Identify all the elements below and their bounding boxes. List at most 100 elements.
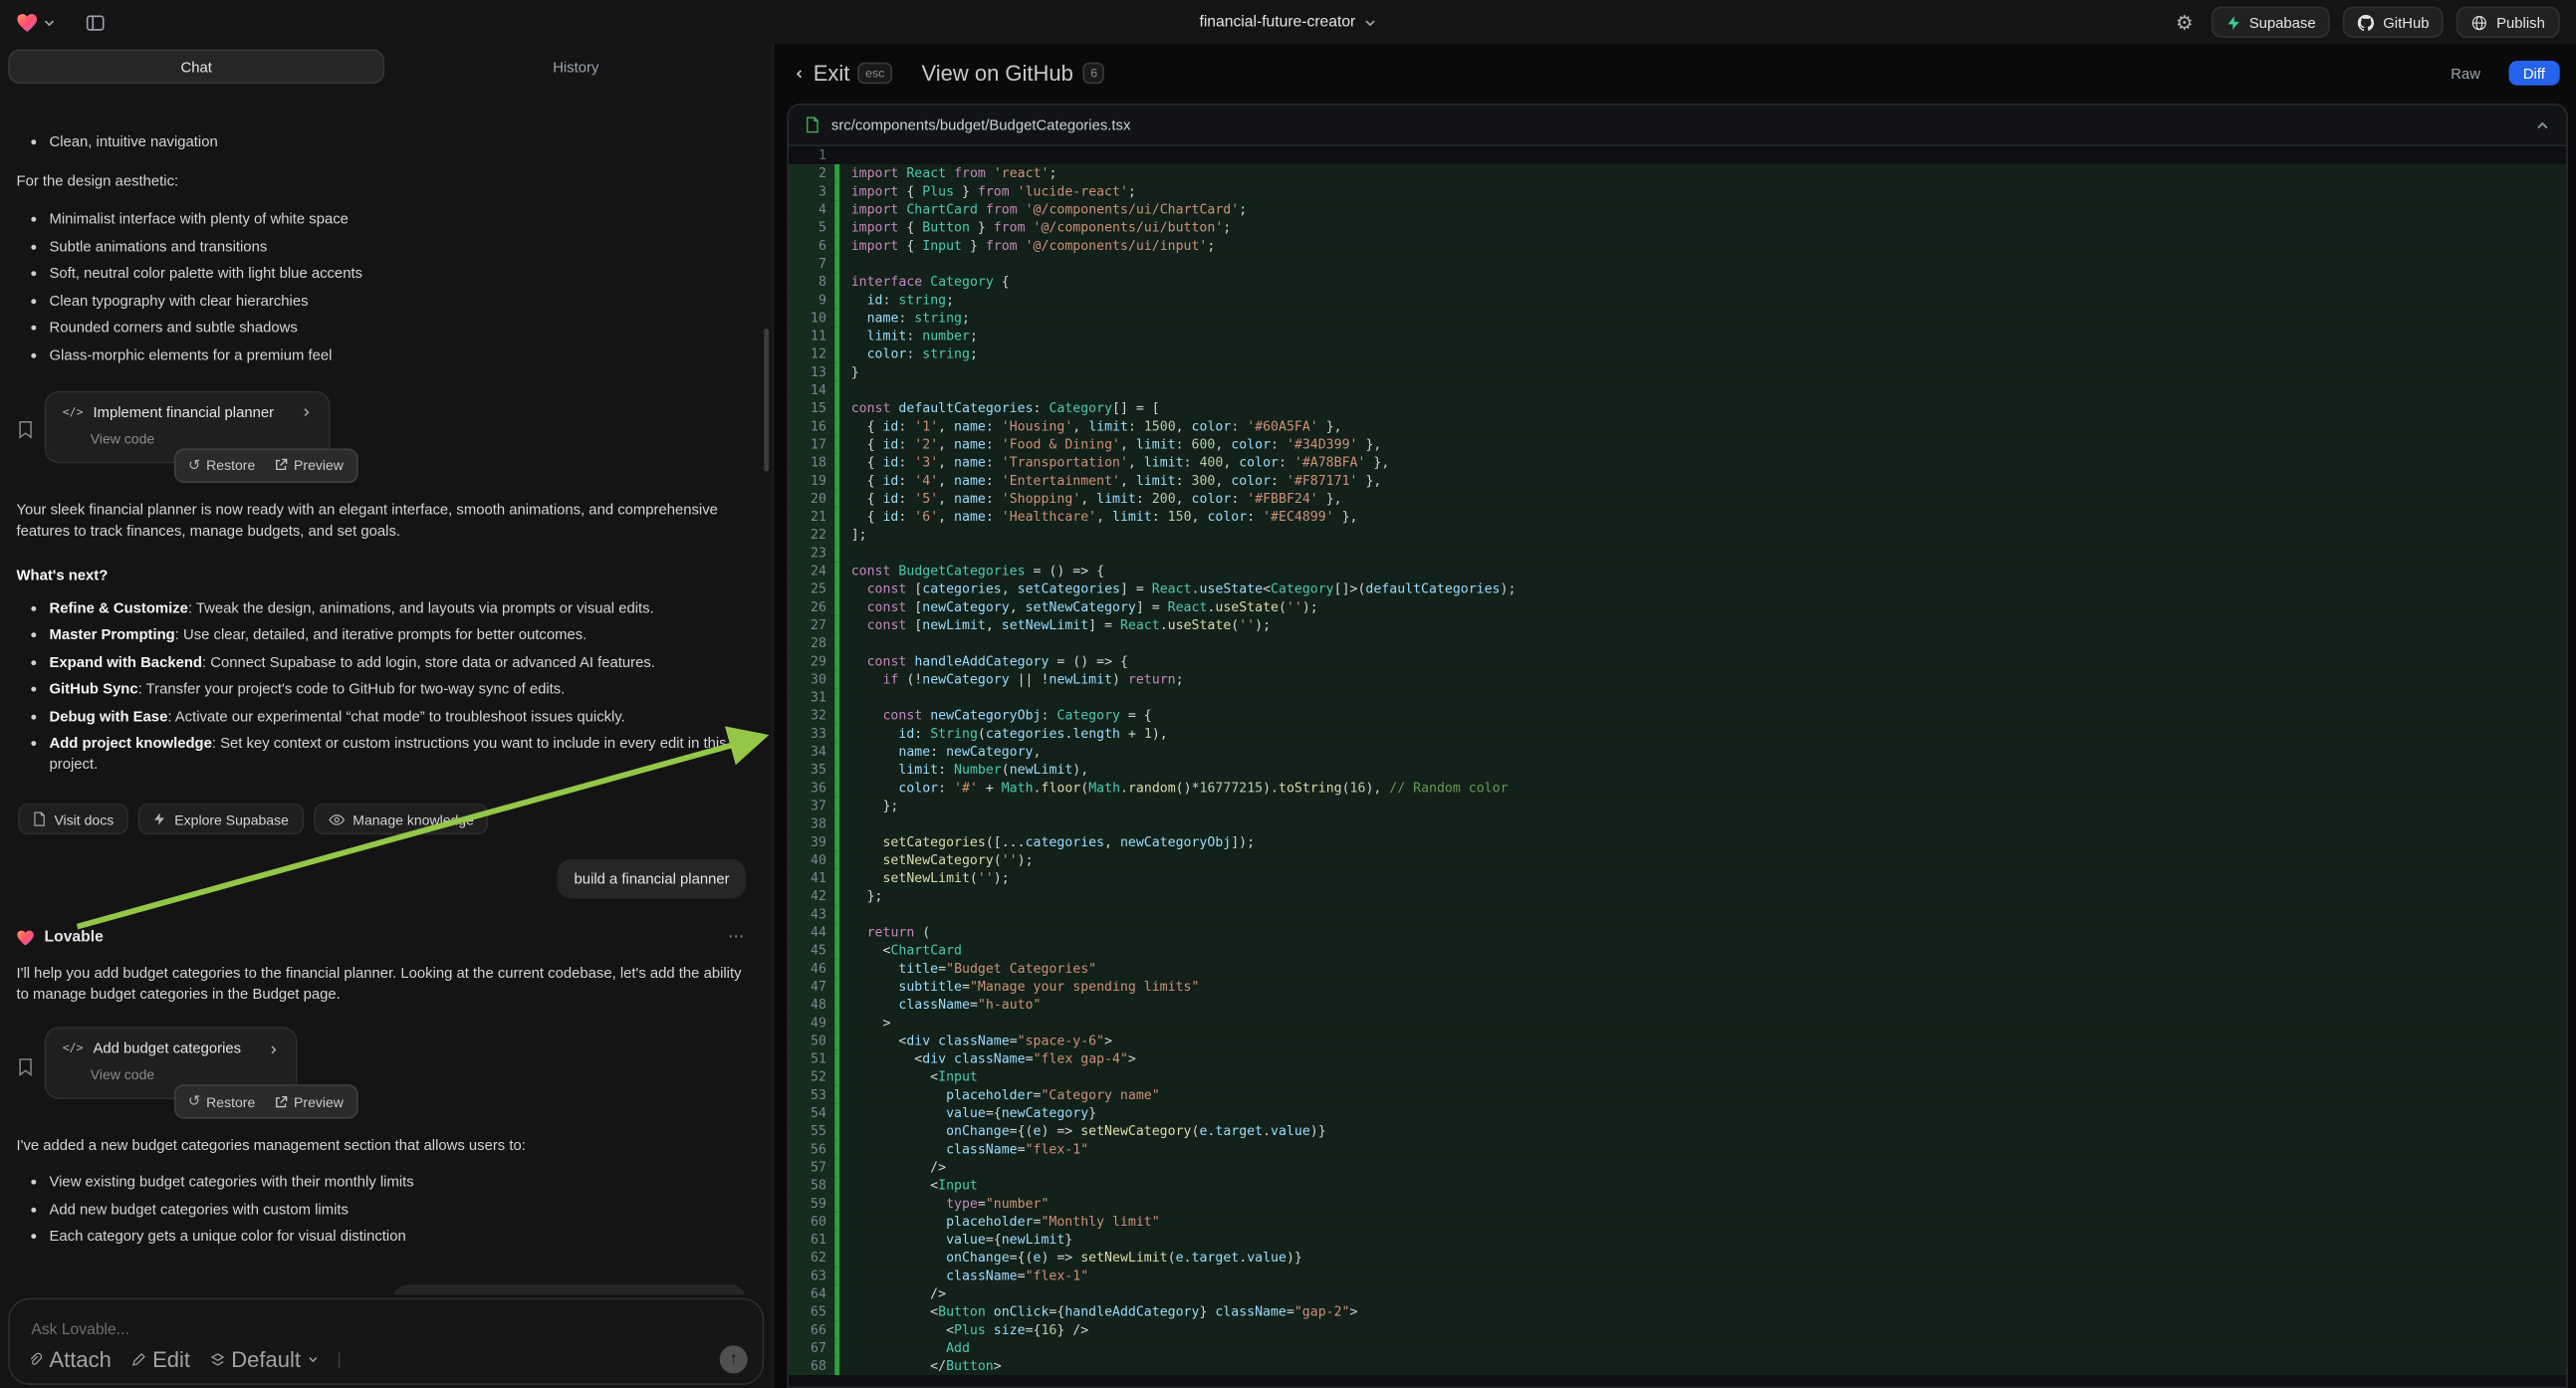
edit-mode-button[interactable]: Edit	[131, 1347, 190, 1372]
code-text: const BudgetCategories = () => {	[839, 562, 2566, 579]
restore-button[interactable]: ↺Restore	[178, 452, 265, 478]
tab-chat[interactable]: Chat	[8, 50, 384, 85]
attach-button[interactable]: Attach	[28, 1347, 112, 1372]
line-number: 48	[789, 996, 834, 1014]
preview-label: Preview	[294, 1093, 344, 1110]
publish-button[interactable]: Publish	[2458, 7, 2560, 38]
code-text: name: string;	[839, 309, 2566, 327]
code-text: { id: '4', name: 'Entertainment', limit:…	[839, 472, 2566, 490]
supabase-button[interactable]: Supabase	[2212, 7, 2331, 38]
line-number: 15	[789, 399, 834, 417]
bookmark-icon[interactable]	[18, 396, 33, 462]
project-name-dropdown[interactable]: financial-future-creator	[1199, 13, 1376, 31]
message-menu-icon[interactable]: ⋯	[728, 927, 746, 948]
code-line: 25 const [categories, setCategories] = R…	[789, 579, 2566, 597]
code-text: const defaultCategories: Category[] = [	[839, 399, 2566, 417]
line-number: 34	[789, 743, 834, 761]
bullet-dot	[31, 632, 36, 637]
chat-history-tabs: Chat History	[0, 45, 773, 90]
scrollbar-thumb[interactable]	[764, 329, 769, 472]
line-number: 3	[789, 182, 834, 200]
line-number: 12	[789, 346, 834, 363]
model-select[interactable]: Default	[210, 1347, 319, 1372]
bullet-text: Glass-morphic elements for a premium fee…	[50, 345, 333, 365]
chevron-down-icon	[43, 16, 56, 29]
code-text: import React from 'react';	[839, 164, 2566, 182]
line-number: 64	[789, 1284, 834, 1302]
code-text: <Button onClick={handleAddCategory} clas…	[839, 1302, 2566, 1320]
bullet-dot	[31, 659, 36, 664]
diff-toggle-button[interactable]: Diff	[2508, 61, 2560, 86]
divider	[339, 1351, 341, 1368]
view-code-link[interactable]: View code	[91, 1064, 279, 1085]
item-text: : Tweak the design, animations, and layo…	[188, 598, 654, 615]
chevron-right-icon	[300, 406, 312, 419]
visit-docs-button[interactable]: Visit docs	[18, 804, 128, 834]
exit-button[interactable]: Exit esc	[794, 61, 892, 86]
code-text: id: String(categories.length + 1),	[839, 725, 2566, 743]
code-text: onChange={(e) => setNewCategory(e.target…	[839, 1122, 2566, 1140]
code-text: subtitle="Manage your spending limits"	[839, 978, 2566, 996]
view-on-github-button[interactable]: View on GitHub 6	[921, 61, 1104, 86]
code-line: 7	[789, 255, 2566, 273]
code-text	[839, 634, 2566, 652]
code-line: 60 placeholder="Monthly limit"	[789, 1213, 2566, 1231]
code-line: 21 { id: '6', name: 'Healthcare', limit:…	[789, 508, 2566, 526]
restore-button[interactable]: ↺Restore	[178, 1088, 265, 1114]
paragraph: I'll help you add budget categories to t…	[17, 963, 747, 1006]
publish-label: Publish	[2496, 14, 2545, 31]
manage-knowledge-button[interactable]: Manage knowledge	[314, 804, 489, 834]
line-number: 32	[789, 707, 834, 725]
preview-button[interactable]: Preview	[265, 452, 353, 478]
bullet-dot	[31, 298, 36, 303]
code-text: Add	[839, 1339, 2566, 1357]
line-number: 24	[789, 562, 834, 579]
code-line: 58 <Input	[789, 1176, 2566, 1194]
list-item: Add new budget categories with custom li…	[31, 1199, 746, 1220]
bookmark-icon[interactable]	[18, 1034, 33, 1099]
card-toolbar: ↺Restore Preview	[174, 448, 357, 483]
code-text: onChange={(e) => setNewLimit(e.target.va…	[839, 1249, 2566, 1267]
preview-button[interactable]: Preview	[265, 1088, 353, 1114]
chat-panel: Chat History Clean, intuitive navigation…	[0, 45, 773, 1388]
file-added-icon	[806, 116, 820, 132]
bullet-list: Minimalist interface with plenty of whit…	[15, 209, 746, 366]
code-line: 49 >	[789, 1014, 2566, 1032]
user-message: build a financial planner	[558, 859, 746, 899]
chevron-up-icon[interactable]	[2535, 117, 2550, 132]
line-number: 60	[789, 1213, 834, 1231]
assistant-name: Lovable	[45, 927, 104, 948]
item-lead: Expand with Backend	[50, 653, 203, 670]
chat-input[interactable]	[28, 1319, 744, 1340]
list-item: Refine & Customize: Tweak the design, an…	[31, 597, 746, 618]
tab-history[interactable]: History	[387, 50, 764, 85]
code-line: 46 title="Budget Categories"	[789, 960, 2566, 978]
attach-label: Attach	[50, 1347, 112, 1372]
line-number: 66	[789, 1321, 834, 1339]
bullet-text: Rounded corners and subtle shadows	[50, 317, 298, 338]
send-button[interactable]: ↑	[720, 1345, 748, 1373]
sidebar-toggle-icon[interactable]	[86, 12, 106, 32]
item-lead: Master Prompting	[50, 626, 175, 643]
code-text: import { Input } from '@/components/ui/i…	[839, 237, 2566, 255]
code-panel: Exit esc View on GitHub 6 Raw Diff src/c…	[773, 45, 2576, 1388]
settings-gear-icon[interactable]: ⚙	[2176, 12, 2194, 32]
edit-card-title: Add budget categories	[93, 1039, 241, 1059]
edit-card-add-budget-categories[interactable]: </> Add budget categories View code ↺Res…	[45, 1027, 298, 1099]
eye-icon	[329, 812, 346, 825]
code-diff-view[interactable]: 12import React from 'react';3import { Pl…	[789, 146, 2566, 1387]
code-line: 37 };	[789, 797, 2566, 814]
code-text	[839, 544, 2566, 562]
view-code-link[interactable]: View code	[91, 428, 312, 449]
edit-card-implement-financial-planner[interactable]: </> Implement financial planner View cod…	[45, 390, 331, 463]
lovable-logo-menu[interactable]	[17, 12, 57, 32]
line-number: 58	[789, 1176, 834, 1194]
chat-messages[interactable]: Clean, intuitive navigation For the desi…	[0, 121, 763, 1294]
line-number: 51	[789, 1049, 834, 1067]
code-text: { id: '5', name: 'Shopping', limit: 200,…	[839, 490, 2566, 508]
raw-toggle-button[interactable]: Raw	[2440, 62, 2492, 85]
github-button[interactable]: GitHub	[2344, 7, 2445, 38]
explore-supabase-button[interactable]: Explore Supabase	[138, 804, 304, 834]
file-header[interactable]: src/components/budget/BudgetCategories.t…	[789, 106, 2566, 146]
code-line: 19 { id: '4', name: 'Entertainment', lim…	[789, 472, 2566, 490]
